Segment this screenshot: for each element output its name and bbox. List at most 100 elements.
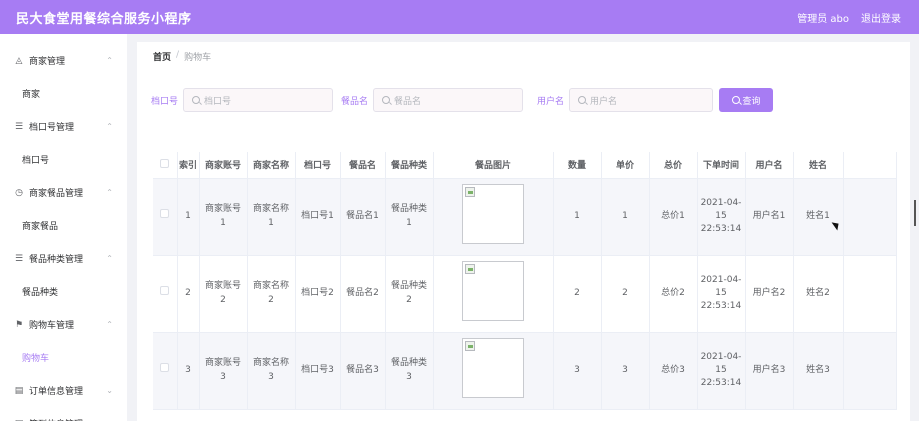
- cell-price: 3: [601, 332, 650, 410]
- cell-index: 3: [177, 332, 200, 410]
- column-header: 餐品图片: [433, 152, 554, 179]
- sidebar-group-label: 购物车管理: [29, 321, 75, 331]
- user-search-placeholder: 用户名: [590, 96, 618, 107]
- cell-username: 用户名2: [745, 255, 794, 333]
- row-actions-cell: [843, 255, 897, 333]
- row-checkbox[interactable]: [160, 363, 170, 373]
- column-header: 餐品名: [340, 152, 386, 179]
- column-header: 单价: [601, 152, 650, 179]
- sidebar-item-3[interactable]: 餐品种类: [0, 275, 127, 308]
- table-row[interactable]: 2 商家账号2 商家名称2 档口号2 餐品名2 餐品种类2 2 2 总价2 2021-04-15 …: [153, 255, 897, 333]
- admin-user-label[interactable]: 管理员 abo: [797, 10, 849, 25]
- select-all-checkbox[interactable]: [160, 158, 170, 168]
- breadcrumb-home[interactable]: 首页: [153, 50, 171, 63]
- scrollbar-handle[interactable]: [914, 200, 916, 226]
- sidebar-group-4[interactable]: ⚑ 购物车管理 ⌃: [0, 308, 127, 341]
- table-row[interactable]: 3 商家账号3 商家名称3 档口号3 餐品名3 餐品种类3 3 3 总价3 2021-04-15 …: [153, 332, 897, 410]
- table-header-row: 索引 商家账号 商家名称 档口号 餐品名 餐品种类 餐品图片 数量 单价 总价 下单时间 用户名 姓名: [153, 152, 897, 179]
- document-icon: ▤: [14, 385, 24, 396]
- query-button[interactable]: 查询: [719, 88, 774, 112]
- broken-image-icon: [465, 340, 475, 351]
- cell-total: 总价3: [649, 332, 698, 410]
- sidebar-group-1[interactable]: ☰ 档口号管理 ⌃: [0, 110, 127, 143]
- dish-image: [462, 337, 524, 398]
- cell-realname: 姓名2: [793, 255, 844, 333]
- dish-image-cell: [433, 255, 554, 333]
- sidebar-group-left: ⚑ 购物车管理: [14, 318, 75, 332]
- compass-icon: ◷: [15, 187, 23, 198]
- column-header: 数量: [553, 152, 602, 179]
- search-icon: [578, 96, 587, 104]
- sidebar-group-left: ☰ 餐品种类管理: [14, 252, 84, 266]
- cell-total: 总价2: [649, 255, 698, 333]
- column-header: 商家账号: [199, 152, 248, 179]
- sidebar-item-1[interactable]: 档口号: [0, 143, 127, 176]
- dish-image: [462, 183, 524, 244]
- dish-search-placeholder: 餐品名: [394, 96, 422, 107]
- sidebar-group-left: ◷ 商家餐品管理: [14, 186, 83, 200]
- sidebar-item-2[interactable]: 商家餐品: [0, 209, 127, 242]
- app-title: 民大食堂用餐综合服务小程序: [16, 11, 192, 27]
- main-content: 首页 / 购物车 档口号 档口号 餐品名 餐品名 用户名 用户名 查询 索引 商…: [137, 42, 910, 421]
- cell-account: 商家账号1: [199, 178, 248, 256]
- cell-dish: 餐品名3: [340, 332, 386, 410]
- sidebar-group-label: 餐品种类管理: [29, 255, 84, 265]
- user-search-input[interactable]: 用户名: [569, 88, 714, 112]
- row-checkbox[interactable]: [160, 209, 170, 219]
- cell-stall: 档口号3: [295, 332, 341, 410]
- sidebar-group-3[interactable]: ☰ 餐品种类管理 ⌃: [0, 242, 127, 275]
- dish-image-cell: [433, 332, 554, 410]
- column-header: 姓名: [793, 152, 844, 179]
- sidebar-item-0[interactable]: 商家: [0, 77, 127, 110]
- cell-dish: 餐品名2: [340, 255, 386, 333]
- user-filter-label: 用户名: [537, 96, 565, 107]
- dish-search-input[interactable]: 餐品名: [373, 88, 524, 112]
- sidebar-group-left: ▤签到信息管理: [14, 417, 83, 421]
- chevron-up-icon: ⌃: [106, 122, 113, 131]
- top-header: 民大食堂用餐综合服务小程序 管理员 abo 退出登录: [0, 0, 919, 34]
- row-select-cell: [153, 332, 178, 410]
- broken-image-icon: [465, 263, 475, 274]
- cell-total: 总价1: [649, 178, 698, 256]
- cell-stall: 档口号2: [295, 255, 341, 333]
- query-button-label: 查询: [742, 96, 761, 107]
- cell-category: 餐品种类2: [385, 255, 434, 333]
- broken-image-icon: [465, 186, 475, 197]
- column-header: 总价: [649, 152, 698, 179]
- sidebar-group-left: ◬ 商家管理: [14, 54, 66, 68]
- breadcrumb-separator: /: [176, 50, 180, 60]
- column-header: 用户名: [745, 152, 794, 179]
- column-header: 下单时间: [697, 152, 746, 179]
- table-row[interactable]: 1 商家账号1 商家名称1 档口号1 餐品名1 餐品种类1 1 1 总价1 2021-04-15 …: [153, 178, 897, 256]
- row-select-cell: [153, 178, 178, 256]
- logout-link[interactable]: 退出登录: [861, 10, 901, 25]
- sidebar-group-0[interactable]: ◬ 商家管理 ⌃: [0, 44, 127, 77]
- cell-name: 商家名称2: [247, 255, 296, 333]
- sidebar-group-label: 签到信息管理: [29, 417, 83, 421]
- column-header: 商家名称: [247, 152, 296, 179]
- cell-stall: 档口号1: [295, 178, 341, 256]
- cell-dish: 餐品名1: [340, 178, 386, 256]
- sidebar: ◬ 商家管理 ⌃ 商家 ☰ 档口号管理 ⌃ 档口号 ◷ 商家餐品管理 ⌃ 商家餐品 ☰ 餐品种类管理 ⌃ 餐品…: [0, 34, 127, 421]
- sidebar-item-4[interactable]: 购物车: [0, 341, 127, 374]
- sidebar-group-label: 商家管理: [29, 57, 66, 67]
- stall-search-input[interactable]: 档口号: [183, 88, 334, 112]
- actions-header: [843, 152, 897, 179]
- sidebar-group-left: ▤ 订单信息管理: [14, 384, 83, 398]
- cell-qty: 2: [553, 255, 602, 333]
- cell-username: 用户名1: [745, 178, 794, 256]
- cart-table: 索引 商家账号 商家名称 档口号 餐品名 餐品种类 餐品图片 数量 单价 总价 下单时间 用户名 姓名 …: [153, 152, 910, 421]
- sidebar-group-6[interactable]: ▤签到信息管理⌄: [0, 407, 127, 421]
- cell-username: 用户名3: [745, 332, 794, 410]
- cell-realname: 姓名1: [793, 178, 844, 256]
- sidebar-group-5[interactable]: ▤ 订单信息管理 ⌄: [0, 374, 127, 407]
- header-actions: 管理员 abo 退出登录: [797, 10, 901, 25]
- sidebar-group-2[interactable]: ◷ 商家餐品管理 ⌃: [0, 176, 127, 209]
- bell-icon: ◬: [15, 55, 23, 66]
- cell-price: 1: [601, 178, 650, 256]
- cell-qty: 1: [553, 178, 602, 256]
- row-checkbox[interactable]: [160, 286, 170, 296]
- column-header: 索引: [177, 152, 200, 179]
- chevron-up-icon: ⌃: [106, 56, 113, 65]
- chevron-up-icon: ⌃: [106, 320, 113, 329]
